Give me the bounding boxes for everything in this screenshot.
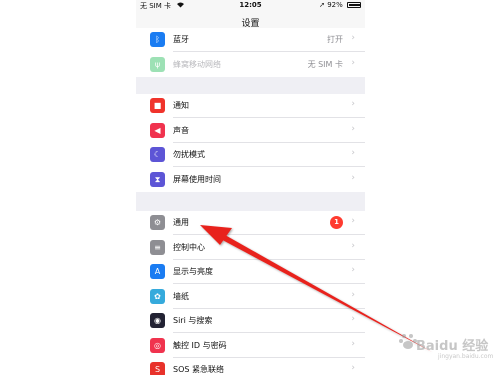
gear-icon: ⚙ bbox=[150, 215, 165, 230]
chevron-right-icon: › bbox=[351, 216, 355, 226]
chevron-right-icon: › bbox=[351, 33, 355, 43]
notification-badge: 1 bbox=[330, 216, 343, 229]
row-label: 触控 ID 与密码 bbox=[173, 340, 227, 350]
status-bar: 无 SIM 卡 12:05 ➚ 92% bbox=[136, 0, 365, 12]
chevron-right-icon: › bbox=[351, 265, 355, 275]
sos-icon: S bbox=[150, 362, 165, 375]
chevron-right-icon: › bbox=[351, 338, 355, 349]
settings-row-hourglass[interactable]: ⧗ 屏幕使用时间 › bbox=[136, 168, 365, 192]
battery-icon bbox=[347, 2, 361, 8]
speaker-icon: ◀ bbox=[150, 122, 165, 138]
settings-row-bluetooth[interactable]: ᛒ 蓝牙 打开 › bbox=[136, 28, 365, 52]
battery-percent: 92% bbox=[327, 1, 343, 9]
chevron-right-icon: › bbox=[351, 172, 355, 183]
settings-row-sos[interactable]: S SOS 紧急联络 › bbox=[136, 358, 365, 375]
settings-row-toggles[interactable]: ≡ 控制中心 › bbox=[136, 236, 365, 260]
bluetooth-icon: ᛒ bbox=[150, 32, 165, 47]
connectivity-group: ᛒ 蓝牙 打开 › ψ 蜂窝移动网络 无 SIM 卡 › bbox=[136, 28, 365, 77]
text-size-icon: A bbox=[150, 264, 165, 279]
row-label: Siri 与搜索 bbox=[173, 316, 213, 325]
hourglass-icon: ⧗ bbox=[150, 171, 165, 187]
notifications-group: ■ 通知 › ◀ 声音 › ☾ 勿扰模式 › ⧗ 屏幕使用时间 › bbox=[136, 94, 365, 192]
row-label: 控制中心 bbox=[173, 242, 205, 252]
settings-screen: 无 SIM 卡 12:05 ➚ 92% 设置 ᛒ 蓝牙 打开 › ψ 蜂窝移动网络无 SI… bbox=[136, 0, 365, 375]
chevron-right-icon: › bbox=[351, 363, 355, 373]
chevron-right-icon: › bbox=[351, 123, 355, 134]
settings-row-flower[interactable]: ✿ 墙纸 › bbox=[136, 285, 365, 309]
row-label: 勿扰模式 bbox=[173, 150, 205, 159]
chevron-right-icon: › bbox=[351, 57, 355, 68]
moon-icon: ☾ bbox=[150, 147, 165, 162]
row-label: 显示与亮度 bbox=[173, 267, 213, 276]
general-group: ⚙ 通用 1 › ≡ 控制中心 › A 显示与亮度 › ✿ 墙纸 › ◉ Siri 与搜索 › ◎ 触控 ID 与… bbox=[136, 211, 365, 375]
settings-row-antenna[interactable]: ψ 蜂窝移动网络 无 SIM 卡 › bbox=[136, 53, 365, 77]
chevron-right-icon: › bbox=[351, 240, 355, 251]
row-label: 通用 bbox=[173, 218, 189, 227]
row-label: 蜂窝移动网络 bbox=[173, 59, 221, 69]
notification-icon: ■ bbox=[150, 98, 165, 113]
settings-row-fingerprint[interactable]: ◎ 触控 ID 与密码 › bbox=[136, 334, 365, 358]
chevron-right-icon: › bbox=[351, 99, 355, 109]
row-label: 屏幕使用时间 bbox=[173, 174, 221, 184]
row-label: 墙纸 bbox=[173, 291, 189, 301]
chevron-right-icon: › bbox=[351, 314, 355, 324]
settings-row-gear[interactable]: ⚙ 通用 1 › bbox=[136, 211, 365, 235]
watermark-logo: Baidu 经验 jingyan.baidu.com bbox=[398, 325, 498, 365]
settings-row-notification[interactable]: ■ 通知 › bbox=[136, 94, 365, 118]
watermark-text: Baidu 经验 bbox=[416, 339, 489, 354]
row-label: SOS 紧急联络 bbox=[173, 365, 224, 374]
row-value: 打开 bbox=[327, 35, 343, 44]
antenna-icon: ψ bbox=[150, 56, 165, 72]
chevron-right-icon: › bbox=[351, 289, 355, 300]
row-label: 声音 bbox=[173, 125, 189, 135]
toggles-icon: ≡ bbox=[150, 239, 165, 255]
settings-row-text-size[interactable]: A 显示与亮度 › bbox=[136, 260, 365, 284]
location-icon: ➚ bbox=[319, 1, 325, 9]
settings-row-speaker[interactable]: ◀ 声音 › bbox=[136, 119, 365, 143]
chevron-right-icon: › bbox=[351, 148, 355, 158]
row-label: 蓝牙 bbox=[173, 35, 189, 44]
row-label: 通知 bbox=[173, 101, 189, 110]
siri-icon: ◉ bbox=[150, 313, 165, 328]
watermark-url: jingyan.baidu.com bbox=[438, 353, 494, 360]
flower-icon: ✿ bbox=[150, 288, 165, 304]
settings-row-siri[interactable]: ◉ Siri 与搜索 › bbox=[136, 309, 365, 333]
settings-row-moon[interactable]: ☾ 勿扰模式 › bbox=[136, 143, 365, 167]
row-value: 无 SIM 卡 bbox=[307, 59, 343, 69]
fingerprint-icon: ◎ bbox=[150, 337, 165, 353]
